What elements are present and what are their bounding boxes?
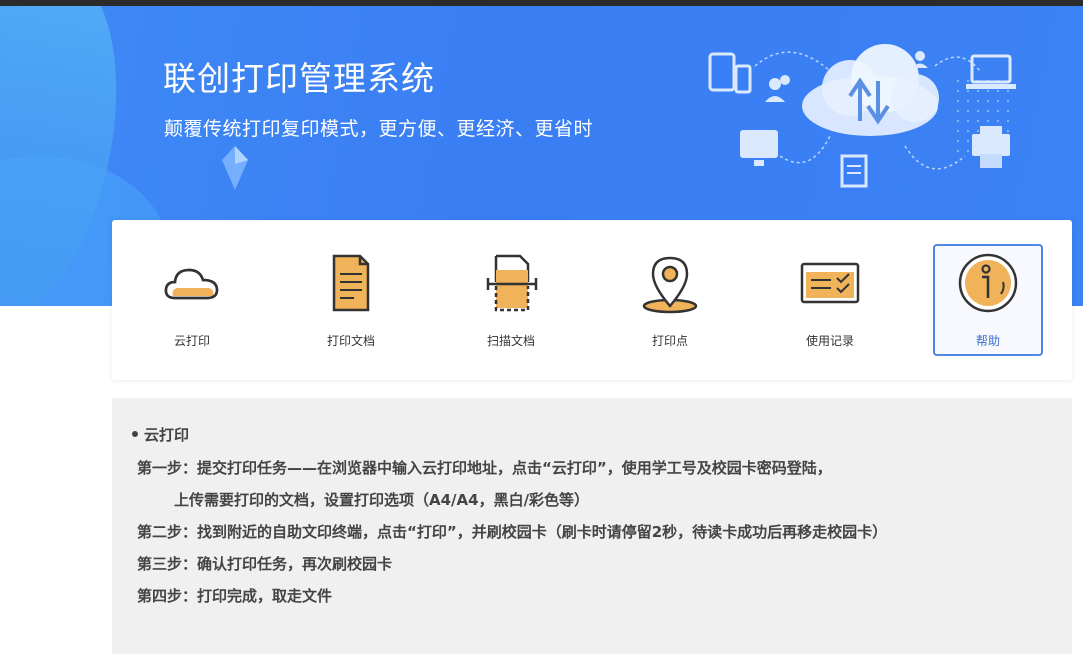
menu-item-print-document[interactable]: 打印文档 xyxy=(296,244,406,356)
location-pin-icon xyxy=(642,256,698,314)
menu-item-usage-records[interactable]: 使用记录 xyxy=(775,244,885,356)
cloud-network-illustration xyxy=(708,44,1016,188)
crystal-icon xyxy=(222,146,248,190)
page-title: 联创打印管理系统 xyxy=(163,59,435,98)
help-step: 第二步：找到附近的自助文印终端，点击“打印”，并刷校园卡（刷卡时请停留2秒，待读… xyxy=(137,523,888,541)
document-icon xyxy=(332,254,370,312)
help-section-heading: 云打印 xyxy=(132,424,189,445)
menu-item-label: 使用记录 xyxy=(805,334,854,348)
cloud-icon xyxy=(164,268,219,300)
menu-item-label: 扫描文档 xyxy=(486,334,535,348)
scan-icon xyxy=(486,254,538,312)
bullet-dot xyxy=(132,430,138,437)
page-subtitle: 颠覆传统打印复印模式，更方便、更经济、更省时 xyxy=(164,118,594,140)
help-step: 第一步：提交打印任务——在浏览器中输入云打印地址，点击“云打印”，使用学工号及校… xyxy=(137,459,832,477)
help-heading-text: 云打印 xyxy=(144,426,190,444)
help-step: 第四步：打印完成，取走文件 xyxy=(137,587,333,605)
info-icon xyxy=(958,253,1018,313)
menu-item-label: 打印点 xyxy=(651,334,688,348)
menu-item-help[interactable]: 帮助 xyxy=(933,244,1043,356)
menu-item-label: 帮助 xyxy=(975,334,1000,348)
help-content: 云打印 第一步：提交打印任务——在浏览器中输入云打印地址，点击“云打印”，使用学… xyxy=(112,398,1072,654)
menu-item-print-location[interactable]: 打印点 xyxy=(615,244,725,356)
menu-item-label: 云打印 xyxy=(173,334,210,348)
help-step: 第三步：确认打印任务，再次刷校园卡 xyxy=(137,555,393,573)
help-step-continuation: 上传需要打印的文档，设置打印选项（A4/A4，黑白/彩色等） xyxy=(174,491,590,509)
menu-item-label: 打印文档 xyxy=(326,334,375,348)
menu-item-scan-document[interactable]: 扫描文档 xyxy=(456,244,566,356)
function-menu: 云打印 打印文档 扫描文档 打印点 使用记录 帮助 xyxy=(112,220,1072,380)
menu-item-cloud-print[interactable]: 云打印 xyxy=(137,244,247,356)
records-icon xyxy=(800,262,860,304)
